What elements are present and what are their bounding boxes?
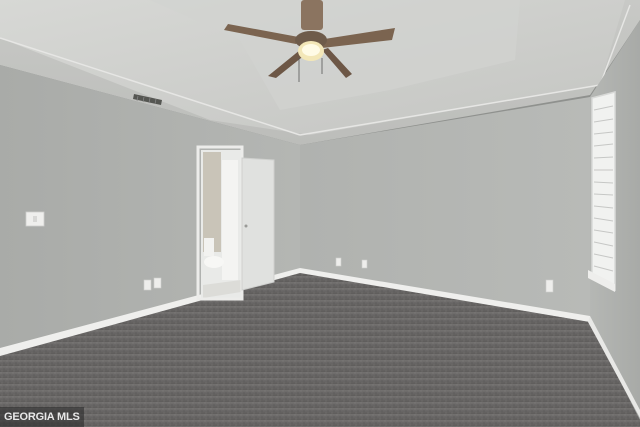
watermark-logo: GEORGIA MLS xyxy=(0,407,84,427)
light-switch-icon xyxy=(25,211,45,227)
bathroom-tile-wall xyxy=(203,152,221,252)
toilet-tank xyxy=(204,238,214,256)
bathroom-shower xyxy=(222,160,238,280)
door-knob xyxy=(244,224,248,228)
open-door xyxy=(241,157,275,291)
room-illustration xyxy=(0,0,640,427)
window xyxy=(588,91,616,292)
room-photo: GEORGIA MLS xyxy=(0,0,640,427)
toilet xyxy=(204,256,224,268)
